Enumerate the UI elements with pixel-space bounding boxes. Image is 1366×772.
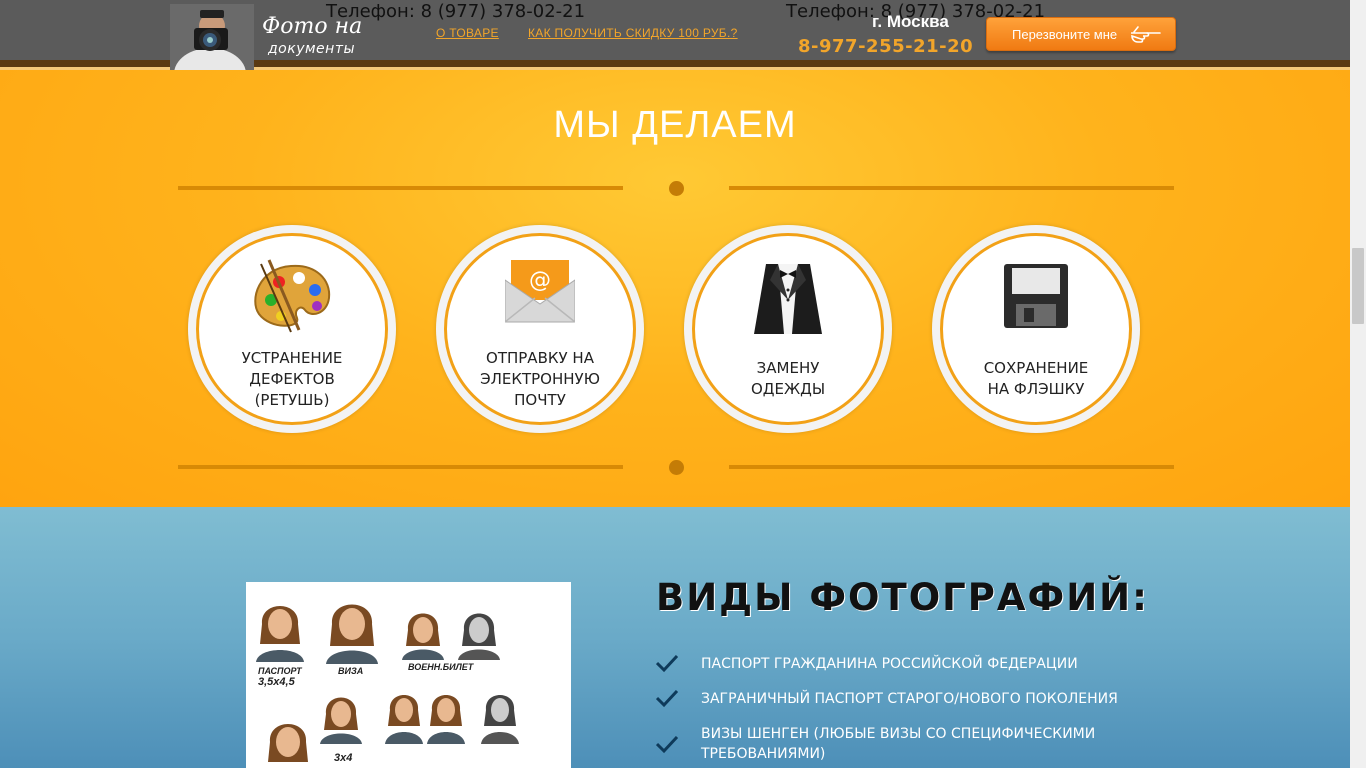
- photo-type-text: ПАСПОРТ ГРАЖДАНИНА РОССИЙСКОЙ ФЕДЕРАЦИИ: [701, 656, 1078, 672]
- service-label-line: ОТПРАВКУ НА: [486, 349, 594, 367]
- sample-portrait-bw: [481, 695, 519, 744]
- floppy-disk-icon: [1004, 264, 1068, 328]
- logo-subtitle[interactable]: документы: [268, 41, 355, 57]
- callback-button[interactable]: Перезвоните мне: [986, 17, 1176, 51]
- sheet-label-visa: ВИЗА: [338, 666, 364, 676]
- sample-portrait-bw: [458, 613, 500, 660]
- service-label-line: ПОЧТУ: [514, 391, 566, 409]
- checkmark-icon: [656, 736, 678, 754]
- service-card-email: @ ОТПРАВКУ НА ЭЛЕКТРОННУЮ ПОЧТУ: [436, 225, 644, 433]
- service-label-line: ЗАМЕНУ: [756, 359, 820, 377]
- services-title: МЫ ДЕЛАЕМ: [553, 104, 797, 146]
- bottom-divider-right: [729, 465, 1174, 469]
- sample-portrait: [326, 604, 378, 664]
- nav-link-about[interactable]: О ТОВАРЕ: [436, 26, 499, 40]
- service-label-line: УСТРАНЕНИЕ: [241, 349, 343, 367]
- service-label-line: НА ФЛЭШКУ: [987, 380, 1085, 398]
- photo-type-text: ЗАГРАНИЧНЫЙ ПАСПОРТ СТАРОГО/НОВОГО ПОКОЛ…: [701, 691, 1118, 707]
- service-label-line: (РЕТУШЬ): [254, 391, 330, 409]
- service-label-line: ЭЛЕКТРОННУЮ: [480, 370, 600, 388]
- pointing-hand-icon: [1131, 26, 1161, 43]
- photo-type-text: ВИЗЫ ШЕНГЕН (ЛЮБЫЕ ВИЗЫ СО СПЕЦИФИЧЕСКИМ…: [701, 726, 1096, 762]
- service-card-retouch: УСТРАНЕНИЕ ДЕФЕКТОВ (РЕТУШЬ): [188, 225, 396, 433]
- sample-portrait: [268, 724, 308, 762]
- bottom-divider-dot: [669, 460, 684, 475]
- palette-icon: [254, 259, 331, 333]
- checkmark-icon: [656, 690, 678, 708]
- logo-photographer-image[interactable]: [170, 4, 254, 70]
- sheet-label-small: 3x4: [334, 752, 353, 764]
- sheet-label-passport-size: 3,5x4,5: [258, 676, 295, 688]
- bottom-divider-left: [178, 465, 623, 469]
- service-label-line: СОХРАНЕНИЕ: [983, 359, 1089, 377]
- header-phone-left: Телефон: 8 (977) 378-02-21: [326, 1, 586, 22]
- service-label-line: ДЕФЕКТОВ: [249, 370, 335, 388]
- service-label-line: ОДЕЖДЫ: [750, 380, 826, 398]
- sample-portrait: [402, 613, 444, 660]
- sample-portrait: [320, 697, 362, 744]
- sample-portrait: [385, 695, 423, 744]
- header-phone-main[interactable]: 8-977-255-21-20: [798, 36, 973, 57]
- sheet-label-passport: ПАСПОРТ: [258, 666, 302, 676]
- svg-text:@: @: [529, 268, 551, 293]
- top-divider-dot: [669, 181, 684, 196]
- service-card-clothes: ЗАМЕНУ ОДЕЖДЫ: [684, 225, 892, 433]
- photo-types-section: [0, 507, 1350, 768]
- callback-button-label: Перезвоните мне: [1012, 26, 1118, 42]
- top-divider-right: [729, 186, 1174, 190]
- sheet-label-military: ВОЕНН.БИЛЕТ: [408, 662, 474, 672]
- header-city: г. Москва: [872, 12, 949, 31]
- page-scrollbar[interactable]: [1350, 0, 1366, 768]
- scrollbar-thumb[interactable]: [1352, 248, 1364, 324]
- sample-portrait: [427, 695, 465, 744]
- photo-types-sample-sheet: ПАСПОРТ 3,5x4,5 ВИЗА ВОЕНН.БИЛЕТ 3x4: [246, 582, 571, 772]
- service-card-flash: СОХРАНЕНИЕ НА ФЛЭШКУ: [932, 225, 1140, 433]
- sample-portrait: [256, 606, 304, 662]
- email-envelope-icon: @: [505, 260, 575, 323]
- top-divider-left: [178, 186, 623, 190]
- checkmark-icon: [656, 655, 678, 673]
- tuxedo-icon: [754, 264, 822, 334]
- photo-types-title: ВИДЫ ФОТОГРАФИЙ:: [656, 576, 1149, 619]
- nav-link-discount[interactable]: КАК ПОЛУЧИТЬ СКИДКУ 100 РУБ.?: [528, 26, 738, 40]
